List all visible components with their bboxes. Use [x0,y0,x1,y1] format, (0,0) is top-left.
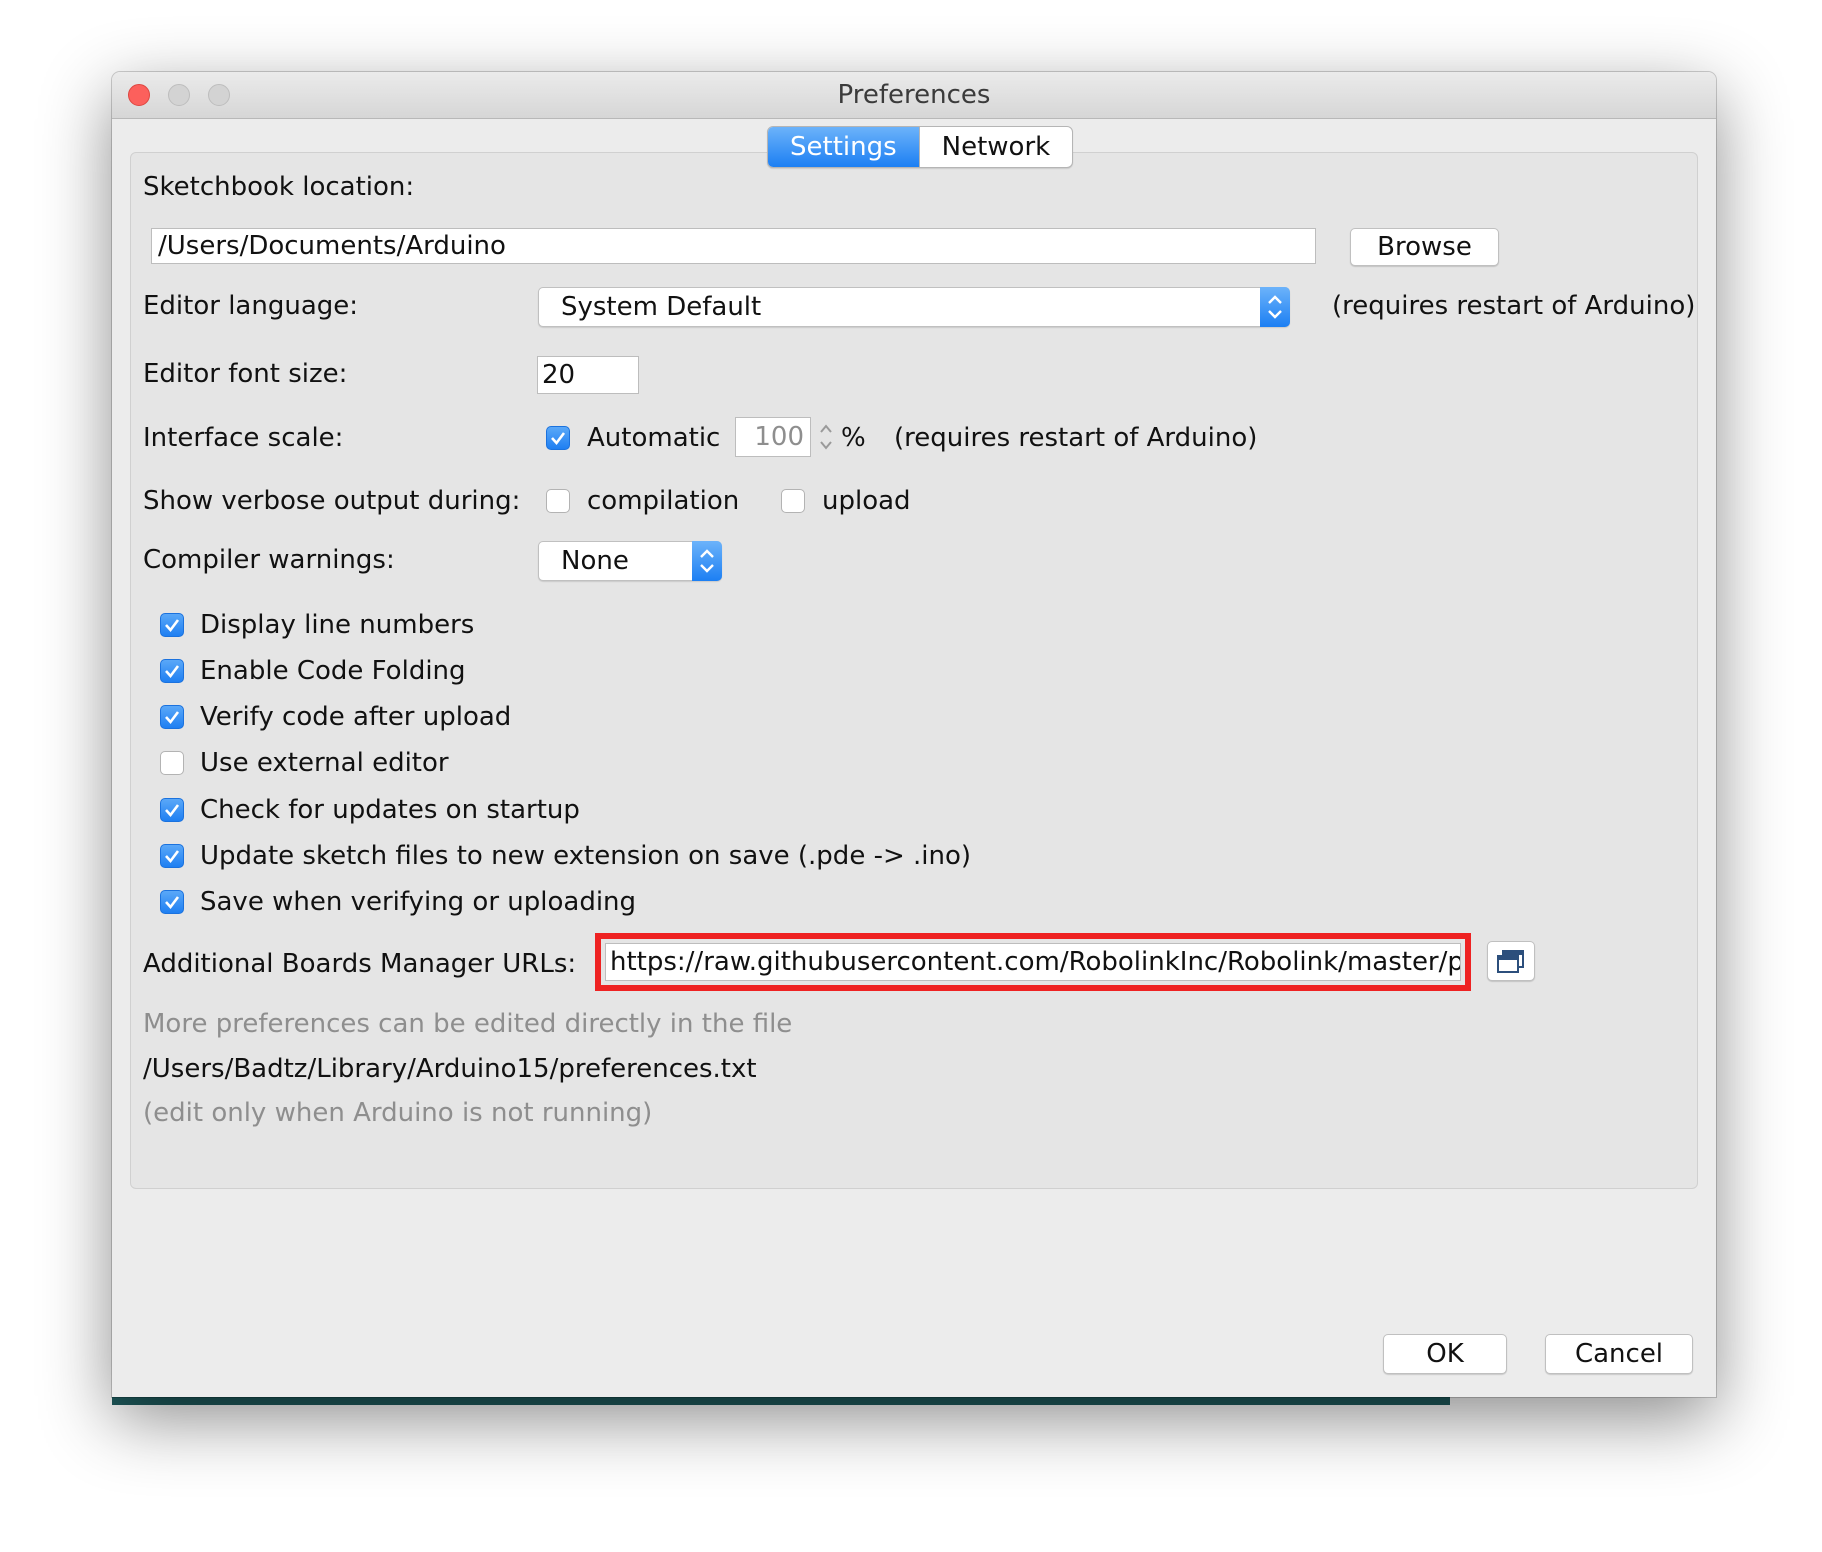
boards-urls-editor-button[interactable] [1487,941,1535,981]
interface-scale-label: Interface scale: [143,423,344,453]
update-sketch-extension-checkbox[interactable] [160,844,184,868]
checkmark-icon [165,850,180,864]
verify-code-after-upload-label: Verify code after upload [200,702,512,732]
interface-scale-stepper[interactable] [815,417,837,457]
interface-scale-unit: % [841,423,866,453]
interface-scale-value-field[interactable]: 100 [735,417,811,457]
editor-font-size-field[interactable]: 20 [537,356,639,394]
editor-language-value: System Default [561,292,762,322]
verbose-compilation-checkbox[interactable] [546,489,570,513]
display-line-numbers-label: Display line numbers [200,610,475,640]
checkmark-icon [165,619,180,633]
use-external-editor-label: Use external editor [200,748,449,778]
preferences-tabs: Settings Network [767,126,1074,168]
checkmark-icon [165,711,180,725]
save-when-verifying-label: Save when verifying or uploading [200,887,637,917]
title-bar: Preferences [112,72,1716,119]
interface-scale-automatic-checkbox[interactable] [546,426,570,450]
check-updates-startup-checkbox[interactable] [160,798,184,822]
checkmark-icon [165,804,180,818]
check-updates-startup-label: Check for updates on startup [200,795,580,825]
editor-language-restart-note: (requires restart of Arduino) [1332,291,1696,321]
editor-language-label: Editor language: [143,291,359,321]
checkmark-icon [165,896,180,910]
sketchbook-location-field[interactable]: /Users/Documents/Arduino [151,228,1316,264]
browse-button[interactable]: Browse [1350,228,1499,266]
compiler-warnings-value: None [561,546,629,576]
preferences-window: Preferences Settings Network Sketchbook … [112,72,1716,1397]
tab-network[interactable]: Network [918,127,1073,167]
stepper-arrows-icon [820,424,832,450]
enable-code-folding-label: Enable Code Folding [200,656,466,686]
interface-scale-restart-note: (requires restart of Arduino) [894,423,1258,453]
checkmark-icon [165,665,180,679]
tab-settings[interactable]: Settings [768,127,919,167]
select-arrows-icon [692,541,722,581]
preferences-file-path: /Users/Badtz/Library/Arduino15/preferenc… [143,1054,757,1084]
use-external-editor-checkbox[interactable] [160,751,184,775]
ok-button[interactable]: OK [1383,1334,1507,1374]
boards-manager-urls-field[interactable]: https://raw.githubusercontent.com/Roboli… [605,943,1461,981]
verbose-compilation-label: compilation [587,486,740,516]
window-list-icon [1497,950,1524,973]
cancel-button[interactable]: Cancel [1545,1334,1693,1374]
window-title: Preferences [837,80,991,110]
enable-code-folding-checkbox[interactable] [160,659,184,683]
compiler-warnings-label: Compiler warnings: [143,545,395,575]
verbose-upload-checkbox[interactable] [781,489,805,513]
edit-warning-note: (edit only when Arduino is not running) [143,1098,653,1128]
editor-language-select[interactable]: System Default [538,287,1290,327]
compiler-warnings-select[interactable]: None [538,541,722,581]
verbose-output-label: Show verbose output during: [143,486,521,516]
settings-panel: Sketchbook location: /Users/Documents/Ar… [130,152,1698,1189]
select-arrows-icon [1260,287,1290,327]
more-preferences-note: More preferences can be edited directly … [143,1009,793,1039]
display-line-numbers-checkbox[interactable] [160,613,184,637]
interface-scale-automatic-label: Automatic [587,423,721,453]
editor-font-size-label: Editor font size: [143,359,348,389]
boards-manager-urls-label: Additional Boards Manager URLs: [143,949,577,979]
update-sketch-extension-label: Update sketch files to new extension on … [200,841,972,871]
verbose-upload-label: upload [822,486,911,516]
checkmark-icon [551,432,566,446]
sketchbook-location-label: Sketchbook location: [143,172,415,202]
save-when-verifying-checkbox[interactable] [160,890,184,914]
verify-code-after-upload-checkbox[interactable] [160,705,184,729]
